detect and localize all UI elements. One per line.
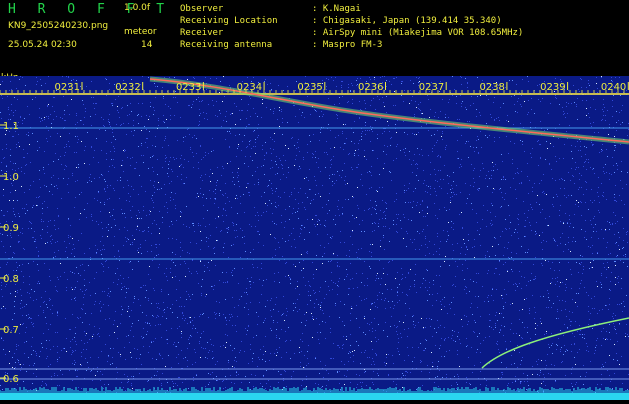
observer-label: Observer	[180, 4, 224, 14]
frequency-label: 1.1	[3, 121, 19, 132]
time-label: 0237	[419, 82, 444, 93]
time-label: 0240	[601, 82, 626, 93]
timestamp: 25.05.24 02:30	[8, 40, 77, 50]
file-name: KN9_2505240230.png	[8, 21, 109, 31]
spectrogram-canvas: 0231 0232 0233 0234 0235 0236 0237 0238 0239 0240…	[0, 76, 629, 400]
receiver-label: Receiver	[180, 28, 224, 38]
time-label: 0235	[297, 82, 322, 93]
frequency-label: 0.8	[3, 274, 19, 285]
frequency-label: 1.0	[3, 172, 19, 183]
receiver-value: : AirSpy mini (Miakejima VOR 108.65MHz)	[312, 28, 524, 38]
meteor-label: meteor	[124, 27, 157, 37]
app-version: 1.0.0f	[124, 3, 151, 13]
header-panel: H R O F F T 1.0.0f KN9_2505240230.png me…	[0, 0, 629, 76]
time-label: 0236	[358, 82, 383, 93]
spectrogram-background	[0, 76, 629, 400]
meteor-count: 14	[141, 40, 153, 50]
antenna-value: : Maspro FM-3	[312, 40, 383, 50]
time-label: 0232	[115, 82, 140, 93]
time-label: 0233	[176, 82, 201, 93]
time-label: 0231	[55, 82, 80, 93]
antenna-label: Receiving antenna	[180, 40, 273, 50]
observer-value: : K.Nagai	[312, 4, 361, 14]
frequency-label: 0.7	[3, 325, 19, 336]
frequency-label: 0.6	[3, 374, 19, 385]
time-label: 0234	[237, 82, 262, 93]
time-label: 0238	[479, 82, 504, 93]
time-label: 0239	[540, 82, 565, 93]
spectrogram-plot: 0231 0232 0233 0234 0235 0236 0237 0238 0239 0240…	[0, 76, 629, 400]
location-label: Receiving Location	[180, 16, 278, 26]
location-value: : Chigasaki, Japan (139.414 35.340)	[312, 16, 502, 26]
noise-floor-band	[0, 393, 629, 400]
frequency-label: 0.9	[3, 223, 19, 234]
